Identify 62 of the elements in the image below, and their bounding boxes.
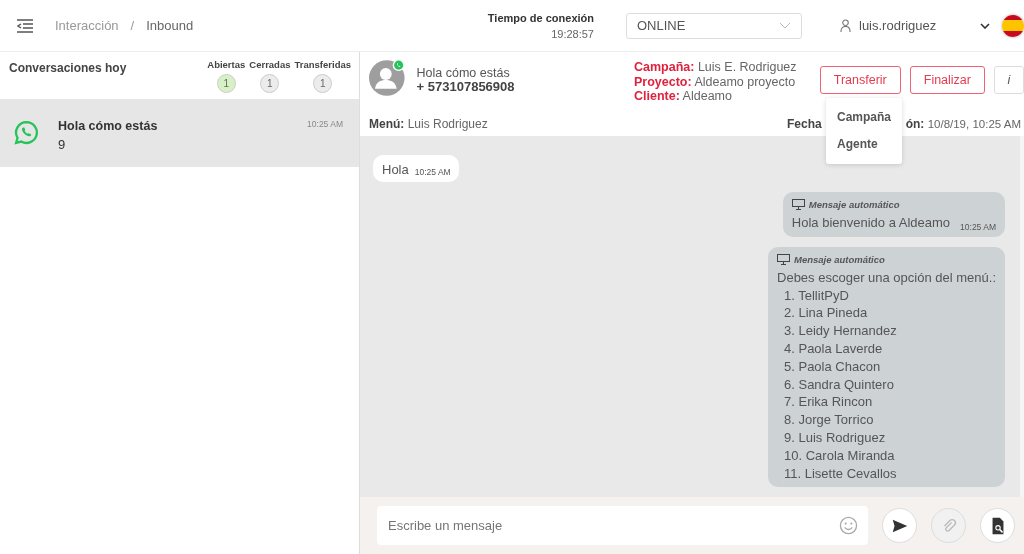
counter-label: Cerradas <box>249 59 291 70</box>
action-button[interactable]: Finalizar <box>909 66 985 94</box>
menu-option: 6. Sandra Quintero <box>784 375 996 394</box>
date-label: ón: <box>905 116 925 131</box>
menu-option: 4. Paola Laverde <box>784 340 996 358</box>
detail-line: Proyecto: Aldeamo proyecto <box>633 74 797 89</box>
status-select[interactable]: ONLINE <box>626 12 802 39</box>
connection-time: 19:28:57 <box>551 27 594 40</box>
menu-option: 2. Lina Pineda <box>784 304 996 323</box>
message-time: 10:25 AM <box>960 221 996 232</box>
breadcrumb-item[interactable]: Inbound <box>146 18 194 33</box>
document-search-button[interactable] <box>980 508 1015 543</box>
conversation-item[interactable]: Hola cómo estás 9 10:25 AM <box>0 99 359 167</box>
info-button[interactable]: i <box>994 66 1024 94</box>
count-badge: 1 <box>216 74 236 93</box>
menu-option: 10. Carola Miranda <box>784 446 996 465</box>
menu-line: Menú: Luis Rodriguez <box>369 116 488 131</box>
detail-line: Campaña: Luis E. Rodriguez <box>633 60 798 75</box>
menu-option: 7. Erika Rincon <box>784 393 996 412</box>
spain-flag-icon[interactable] <box>1002 14 1024 37</box>
whatsapp-icon <box>14 120 39 145</box>
menu-option: 1. TellitPyD <box>784 286 996 305</box>
date-label: Fecha <box>786 116 822 131</box>
count-badge: 1 <box>260 74 280 93</box>
menu-option: 5. Paola Chacon <box>784 357 996 376</box>
conversation-title: Hola cómo estás <box>58 119 159 133</box>
detail-line: Cliente: Aldeamo <box>633 89 733 104</box>
menu-option: 8. Jorge Torrico <box>784 411 996 429</box>
connection-label: Tiempo de conexión <box>487 11 594 24</box>
menu-option: 11. Lisette Cevallos <box>784 464 996 483</box>
menu-item[interactable]: Agente <box>826 131 902 158</box>
contact-phone: + 573107856908 <box>416 80 516 93</box>
chevron-down-icon[interactable] <box>980 22 990 29</box>
message-time: 10:25 AM <box>414 167 451 177</box>
avatar-icon <box>369 60 405 96</box>
message-input[interactable]: Escribe un mensaje <box>377 506 868 545</box>
counter-label: Transferidas <box>294 59 351 70</box>
user-icon <box>840 19 851 32</box>
counter-label: Abiertas <box>207 59 246 70</box>
message-text: Hola bienvenido a Aldeamo <box>791 214 951 232</box>
menu-icon[interactable] <box>17 18 33 33</box>
date-value: 10/8/19, 10:25 AM <box>927 117 1021 130</box>
message-text: Hola <box>382 162 409 177</box>
message-header: Mensaje automático <box>794 253 885 265</box>
count-badge: 1 <box>313 74 333 93</box>
contact-name: Hola cómo estás <box>416 66 510 80</box>
breadcrumb-separator: / <box>130 18 135 33</box>
monitor-icon <box>791 199 805 210</box>
action-button[interactable]: Transferir <box>819 66 901 94</box>
send-button[interactable] <box>882 508 917 543</box>
message-header: Mensaje automático <box>808 199 900 210</box>
user-name[interactable]: luis.rodriguez <box>859 18 937 33</box>
conversation-count: 9 <box>58 137 67 152</box>
menu-item[interactable]: Campaña <box>826 104 902 131</box>
chevron-down-icon <box>779 22 791 29</box>
menu-option: 9. Luis Rodriguez <box>784 428 996 447</box>
panel-title: Conversaciones hoy <box>9 61 127 77</box>
message-text: Debes escoger una opción del menú.: <box>777 268 996 287</box>
conversation-time: 10:25 AM <box>307 119 343 131</box>
monitor-icon <box>777 253 790 265</box>
paperclip-button[interactable] <box>931 508 966 543</box>
menu-option: 3. Leidy Hernandez <box>784 322 996 340</box>
